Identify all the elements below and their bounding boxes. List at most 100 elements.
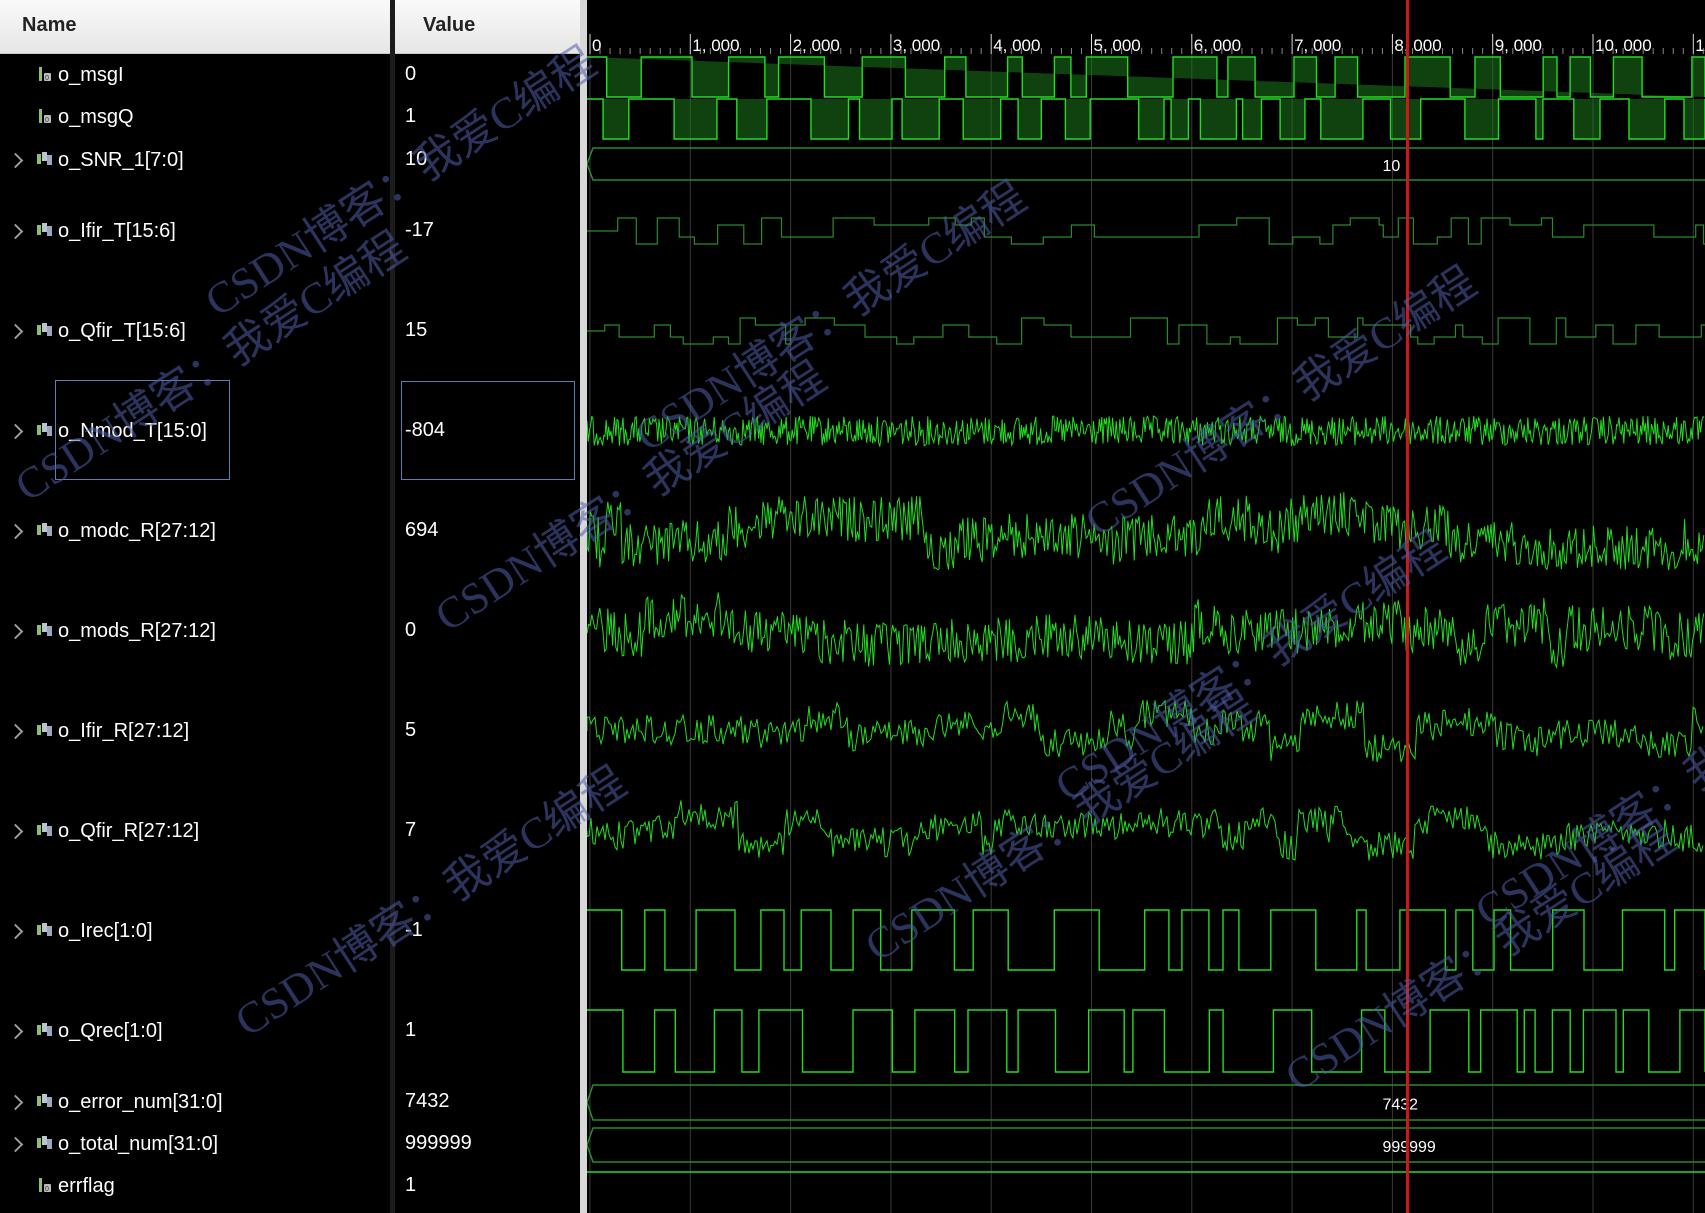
signal-name: o_Qrec[1:0] (58, 1020, 163, 1042)
o_SNR-wave (587, 147, 1705, 181)
signal-name: o_Ifir_R[27:12] (58, 720, 190, 742)
signal-value: 7432 (405, 1090, 450, 1112)
bit-signal-icon: 0 (39, 67, 51, 82)
bus-signal-icon (37, 723, 52, 736)
wave-splitter[interactable] (580, 0, 587, 1213)
signal-name: o_Ifir_T[15:6] (58, 220, 176, 242)
selected-value-box[interactable] (401, 381, 575, 480)
ruler-tick-label: 6, 000 (1194, 36, 1241, 55)
expand-chevron-icon[interactable] (7, 923, 24, 940)
signal-row[interactable]: o_SNR_1[7:0] (0, 148, 390, 172)
expand-chevron-icon[interactable] (7, 523, 24, 540)
signal-value: 1 (405, 1019, 417, 1041)
signal-value-column: Value 0 1 10 -17 15 -804 694 0 5 7 -1 1 7432 999999 1 (395, 0, 580, 1213)
o_total_num-wave (587, 1127, 1705, 1163)
o_Qfir_T-wave (587, 317, 1705, 345)
o_total_num-wave-label: 999999 (1382, 1139, 1435, 1156)
signal-row[interactable]: 0 o_msgQ (0, 105, 390, 129)
ruler-tick-label: 8, 000 (1394, 36, 1441, 55)
expand-chevron-icon[interactable] (7, 152, 24, 169)
bus-signal-icon (37, 152, 52, 165)
expand-chevron-icon[interactable] (7, 823, 24, 840)
o_SNR-wave-label: 10 (1382, 158, 1400, 175)
signal-row[interactable]: o_Qfir_T[15:6] (0, 319, 390, 343)
bus-signal-icon (37, 823, 52, 836)
expand-chevron-icon[interactable] (7, 323, 24, 340)
o_Ifir_R-wave (587, 699, 1704, 763)
signal-value: 694 (405, 519, 439, 541)
signal-name: o_total_num[31:0] (58, 1133, 219, 1155)
bit-signal-icon: 0 (39, 109, 51, 124)
o_msgQ-wave (587, 98, 1705, 140)
bus-signal-icon (37, 423, 52, 436)
value-column-header[interactable]: Value (395, 0, 580, 54)
signal-row[interactable]: o_mods_R[27:12] (0, 619, 390, 643)
expand-chevron-icon[interactable] (7, 1094, 24, 1111)
signal-name: errflag (58, 1175, 115, 1197)
ruler-tick-label: 4, 000 (993, 36, 1040, 55)
bus-signal-icon (37, 1023, 52, 1036)
svg-text:0: 0 (45, 1186, 49, 1193)
signal-name: o_msgI (58, 64, 124, 86)
signal-value: 10 (405, 148, 428, 170)
signal-value: 0 (405, 63, 417, 85)
signal-value: 1 (405, 105, 417, 127)
ruler-tick-label: 9, 000 (1495, 36, 1542, 55)
signal-row[interactable]: 0 o_msgI (0, 63, 390, 87)
signal-row[interactable]: o_modc_R[27:12] (0, 519, 390, 543)
expand-chevron-icon[interactable] (7, 623, 24, 640)
ruler-tick-label: 2, 000 (793, 36, 840, 55)
signal-row[interactable]: o_error_num[31:0] (0, 1090, 390, 1114)
bus-signal-icon (37, 223, 52, 236)
svg-text:0: 0 (45, 75, 49, 82)
signal-name: o_SNR_1[7:0] (58, 149, 184, 171)
name-column-header[interactable]: Name (0, 0, 390, 54)
expand-chevron-icon[interactable] (7, 1023, 24, 1040)
o_Qfir_R-wave (587, 800, 1704, 861)
signal-value: -17 (405, 219, 434, 241)
signal-value: 15 (405, 319, 428, 341)
signal-value: 7 (405, 819, 417, 841)
ruler-tick-label: 3, 000 (893, 36, 940, 55)
signal-row[interactable]: o_Qfir_R[27:12] (0, 819, 390, 843)
signal-value: -1 (405, 919, 423, 941)
expand-chevron-icon[interactable] (7, 1136, 24, 1153)
signal-value: 5 (405, 719, 417, 741)
signal-name: o_error_num[31:0] (58, 1091, 223, 1113)
signal-name-column: Name 0 o_msgI 0 o_msgQ o_SNR_1[7:0] o_Ifir_T[… (0, 0, 390, 1213)
o_error_num-wave (587, 1084, 1705, 1121)
o_Qrec-wave (587, 1009, 1705, 1073)
selected-name-box[interactable] (55, 380, 230, 480)
expand-chevron-icon[interactable] (7, 423, 24, 440)
bus-signal-icon (37, 923, 52, 936)
signal-name: o_Irec[1:0] (58, 920, 153, 942)
o_error_num-wave-label: 7432 (1382, 1097, 1418, 1114)
signal-name: o_Qfir_R[27:12] (58, 820, 200, 842)
signal-row[interactable]: o_Qrec[1:0] (0, 1019, 390, 1043)
bus-signal-icon (37, 1094, 52, 1107)
bus-signal-icon (37, 623, 52, 636)
name-header-label: Name (22, 14, 77, 36)
expand-chevron-icon[interactable] (7, 223, 24, 240)
signal-value: 999999 (405, 1132, 472, 1154)
o_Ifir_T-wave (587, 217, 1705, 245)
signal-value: 0 (405, 619, 417, 641)
signal-row[interactable]: o_Irec[1:0] (0, 919, 390, 943)
signal-row[interactable]: o_Ifir_R[27:12] (0, 719, 390, 743)
expand-chevron-icon[interactable] (7, 723, 24, 740)
value-header-label: Value (423, 14, 476, 36)
waveform-canvas[interactable]: 0 1, 000 2, 000 3, 000 4, 000 5, 000 6, 000 7, … (587, 0, 1705, 1213)
signal-row[interactable]: o_total_num[31:0] (0, 1132, 390, 1156)
o_Nmod_T-wave (587, 414, 1705, 448)
signal-name: o_modc_R[27:12] (58, 520, 216, 542)
signal-row[interactable]: 0 errflag (0, 1174, 390, 1198)
signal-name: o_Qfir_T[15:6] (58, 320, 186, 342)
o_msgI-wave (587, 56, 1705, 98)
o_Irec-wave (587, 909, 1705, 971)
bit-signal-icon: 0 (39, 1178, 51, 1193)
ruler-tick-label: 5, 000 (1094, 36, 1141, 55)
signal-name: o_mods_R[27:12] (58, 620, 216, 642)
signal-row[interactable]: o_Ifir_T[15:6] (0, 219, 390, 243)
ruler-tick-label: 7, 000 (1294, 36, 1341, 55)
bus-signal-icon (37, 1136, 52, 1149)
